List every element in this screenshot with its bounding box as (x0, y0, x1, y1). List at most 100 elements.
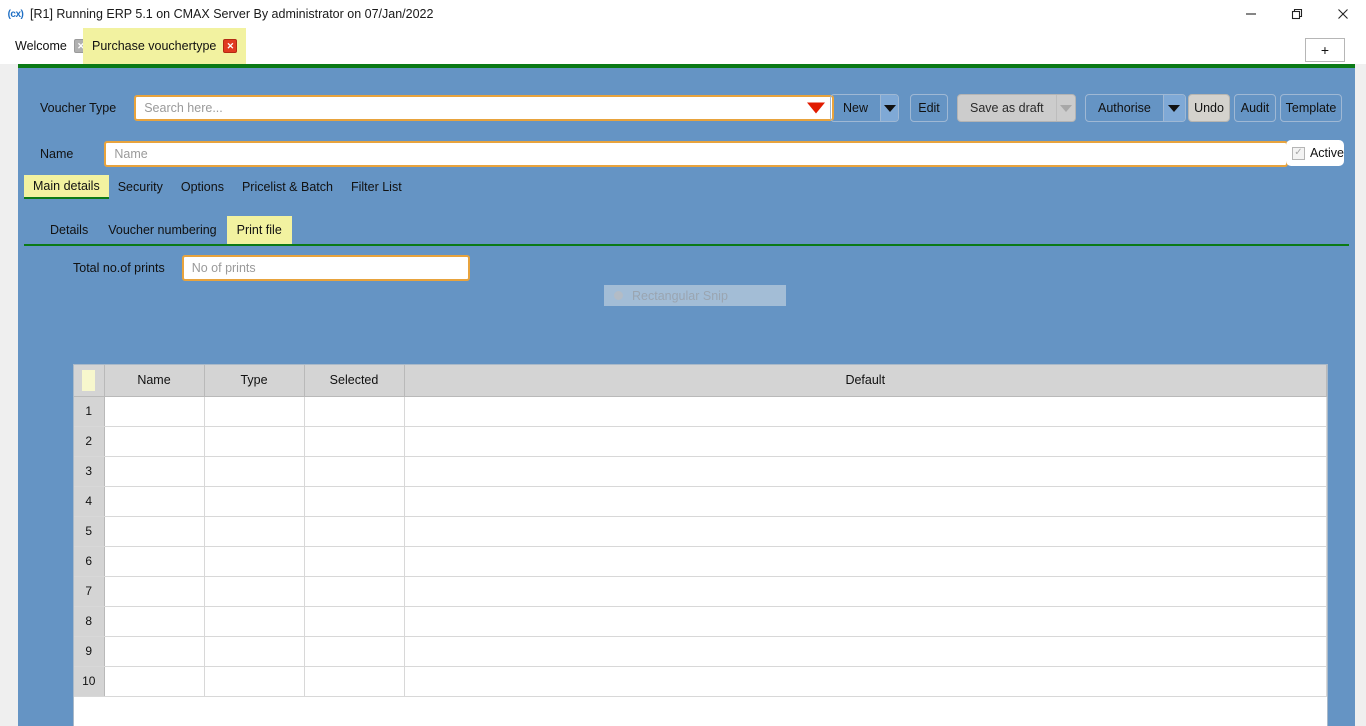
row-number[interactable]: 4 (74, 486, 105, 517)
cell-default[interactable] (404, 516, 1327, 547)
close-icon[interactable] (1320, 0, 1366, 28)
cell-default[interactable] (404, 576, 1327, 607)
table-row[interactable]: 5 (74, 516, 1327, 547)
minimize-icon[interactable] (1228, 0, 1274, 28)
cell-selected[interactable] (304, 636, 405, 667)
cell-type[interactable] (204, 516, 305, 547)
chevron-down-icon[interactable] (880, 95, 898, 121)
cell-type[interactable] (204, 546, 305, 577)
cell-name[interactable] (104, 576, 205, 607)
caret-down-icon[interactable] (807, 102, 826, 114)
row-number[interactable]: 1 (74, 396, 105, 427)
tab-filter-list[interactable]: Filter List (342, 175, 411, 199)
authorise-button[interactable]: Authorise (1085, 94, 1186, 122)
chevron-down-icon[interactable] (1162, 95, 1185, 121)
cell-selected[interactable] (304, 396, 405, 427)
cell-type[interactable] (204, 636, 305, 667)
name-input[interactable] (106, 147, 1287, 161)
tab-purchase-vouchertype[interactable]: Purchase vouchertype ✕ (83, 28, 247, 64)
total-prints-input[interactable] (183, 261, 468, 275)
cell-name[interactable] (104, 666, 205, 697)
cell-default[interactable] (404, 426, 1327, 457)
table-row[interactable]: 8 (74, 606, 1327, 637)
cell-default[interactable] (404, 606, 1327, 637)
new-tab-button[interactable]: + (1305, 38, 1345, 62)
cell-selected[interactable] (304, 666, 405, 697)
tab-security[interactable]: Security (109, 175, 172, 199)
table-row[interactable]: 7 (74, 576, 1327, 607)
search-input[interactable] (136, 101, 833, 115)
subtab-details[interactable]: Details (40, 216, 98, 244)
row-number[interactable]: 7 (74, 576, 105, 607)
print-file-grid[interactable]: Name Type Selected Default 1 2 3 4 5 6 7… (73, 364, 1328, 726)
cell-default[interactable] (404, 666, 1327, 697)
cell-default[interactable] (404, 546, 1327, 577)
cell-type[interactable] (204, 606, 305, 637)
table-row[interactable]: 6 (74, 546, 1327, 577)
cell-type[interactable] (204, 456, 305, 487)
cell-name[interactable] (104, 396, 205, 427)
subtab-print-file[interactable]: Print file (226, 216, 292, 244)
row-number[interactable]: 2 (74, 426, 105, 457)
cell-name[interactable] (104, 426, 205, 457)
table-row[interactable]: 10 (74, 666, 1327, 697)
cell-name[interactable] (104, 636, 205, 667)
row-number[interactable]: 9 (74, 636, 105, 667)
cell-name[interactable] (104, 606, 205, 637)
cell-default[interactable] (404, 486, 1327, 517)
table-row[interactable]: 3 (74, 456, 1327, 487)
cell-selected[interactable] (304, 546, 405, 577)
row-number[interactable]: 5 (74, 516, 105, 547)
column-header-default[interactable]: Default (404, 365, 1327, 397)
close-icon[interactable]: ✕ (223, 39, 238, 53)
restore-icon[interactable] (1274, 0, 1320, 28)
total-prints-field[interactable] (181, 255, 470, 281)
cell-selected[interactable] (304, 516, 405, 547)
cell-type[interactable] (204, 486, 305, 517)
active-checkbox[interactable]: ✓ Active (1286, 140, 1344, 166)
cell-type[interactable] (204, 576, 305, 607)
cell-selected[interactable] (304, 426, 405, 457)
table-row[interactable]: 4 (74, 486, 1327, 517)
cell-type[interactable] (204, 666, 305, 697)
name-field[interactable] (104, 141, 1289, 167)
audit-button[interactable]: Audit (1234, 94, 1276, 122)
tab-main-details[interactable]: Main details (24, 175, 109, 199)
voucher-type-label: Voucher Type (40, 101, 117, 115)
column-header-name[interactable]: Name (104, 365, 205, 397)
select-all-corner[interactable] (74, 365, 105, 397)
tab-pricelist-batch[interactable]: Pricelist & Batch (233, 175, 342, 199)
cell-default[interactable] (404, 396, 1327, 427)
row-number[interactable]: 8 (74, 606, 105, 637)
cell-selected[interactable] (304, 606, 405, 637)
row-number[interactable]: 6 (74, 546, 105, 577)
row-number[interactable]: 10 (74, 666, 105, 697)
title-bar: (cx) [R1] Running ERP 5.1 on CMAX Server… (0, 0, 1366, 28)
cell-type[interactable] (204, 426, 305, 457)
table-row[interactable]: 1 (74, 396, 1327, 427)
table-row[interactable]: 9 (74, 636, 1327, 667)
cell-selected[interactable] (304, 576, 405, 607)
cell-default[interactable] (404, 636, 1327, 667)
cell-name[interactable] (104, 516, 205, 547)
tab-options[interactable]: Options (172, 175, 233, 199)
column-header-selected[interactable]: Selected (304, 365, 405, 397)
voucher-type-search[interactable] (134, 95, 835, 121)
cell-name[interactable] (104, 546, 205, 577)
column-header-type[interactable]: Type (204, 365, 305, 397)
cell-name[interactable] (104, 456, 205, 487)
cell-selected[interactable] (304, 456, 405, 487)
tab-label: Welcome (15, 39, 67, 53)
cell-default[interactable] (404, 456, 1327, 487)
template-button[interactable]: Template (1280, 94, 1342, 122)
table-header: Name Type Selected Default (74, 365, 1327, 397)
cell-selected[interactable] (304, 486, 405, 517)
row-number[interactable]: 3 (74, 456, 105, 487)
subtab-voucher-numbering[interactable]: Voucher numbering (98, 216, 226, 244)
new-button[interactable]: New (830, 94, 899, 122)
check-icon: ✓ (1292, 146, 1305, 160)
cell-name[interactable] (104, 486, 205, 517)
table-row[interactable]: 2 (74, 426, 1327, 457)
cell-type[interactable] (204, 396, 305, 427)
edit-button[interactable]: Edit (910, 94, 948, 122)
